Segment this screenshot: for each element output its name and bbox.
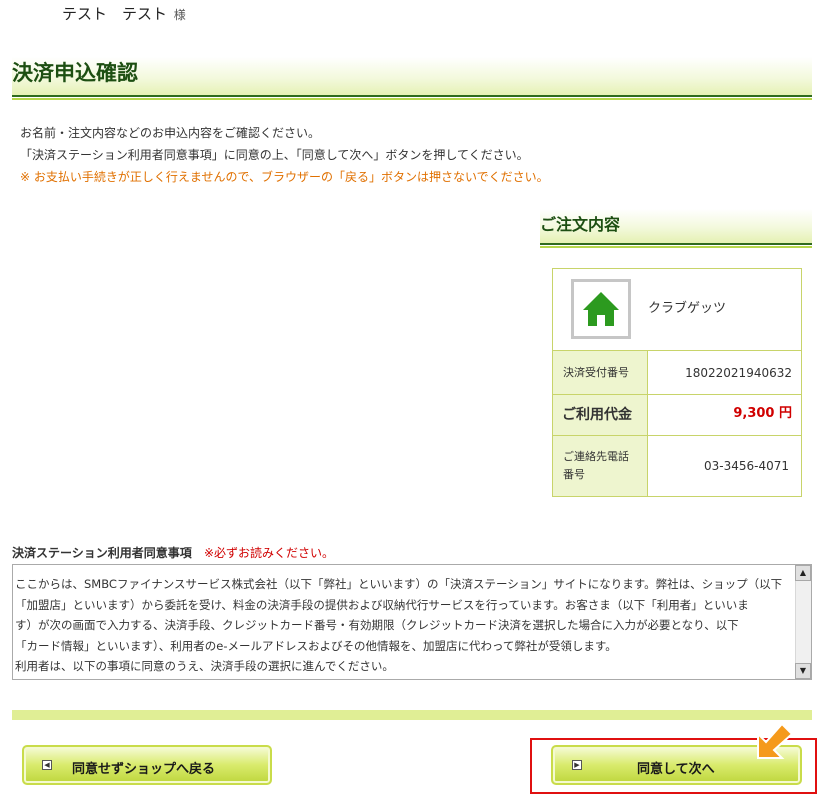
receipt-number: 18022021940632 <box>685 366 792 380</box>
scroll-up-button[interactable]: ▲ <box>795 565 811 581</box>
consent-heading-row: 決済ステーション利用者同意事項 ※必ずお読みください。 <box>12 545 334 561</box>
phone-label-cell: ご連絡先電話 番号 <box>553 436 648 496</box>
footer-divider <box>12 710 812 720</box>
required-note: ※必ずお読みください。 <box>203 546 335 560</box>
fee-label-cell: ご利用代金 <box>553 395 648 435</box>
intro-line-1: お名前・注文内容などのお申込内容をご確認ください。 <box>20 126 321 140</box>
fee-label: ご利用代金 <box>562 407 632 423</box>
scroll-down-button[interactable]: ▼ <box>795 663 811 679</box>
pointer-arrow-icon <box>757 722 794 759</box>
next-arrow-icon: ▶ <box>572 760 582 770</box>
back-arrow-icon: ◀ <box>42 760 52 770</box>
shop-logo <box>571 279 631 339</box>
terms-line: 「加盟店」といいます）から委託を受け、料金の決済手段の提供および収納代行サービス… <box>15 597 749 612</box>
order-section-divider-accent <box>540 246 812 248</box>
receipt-label-cell: 決済受付番号 <box>553 351 648 394</box>
title-divider <box>12 95 812 97</box>
honorific: 様 <box>173 8 186 22</box>
shop-name: クラブゲッツ <box>648 301 727 316</box>
phone-number: 03-3456-4071 <box>703 459 789 473</box>
back-button-label: 同意せずショップへ戻る <box>72 762 216 777</box>
phone-label-line-1: ご連絡先電話 <box>563 450 629 463</box>
order-section-title: ご注文内容 <box>540 215 621 234</box>
intro-text: お名前・注文内容などのお申込内容をご確認ください。 「決済ステーション利用者同意… <box>20 122 549 188</box>
terms-line: 「カード情報」といいます）、利用者のe-メールアドレスおよびその他情報を、加盟店… <box>15 638 617 653</box>
intro-warning: ※ お支払い手続きが正しく行えませんので、ブラウザーの「戻る」ボタンは押さないで… <box>20 170 549 184</box>
terms-line: ここからは、SMBCファイナンスサービス株式会社（以下「弊社」といいます）の「決… <box>15 577 783 591</box>
back-to-shop-button[interactable]: ◀ 同意せずショップへ戻る <box>22 745 272 785</box>
page-title: 決済申込確認 <box>12 61 138 85</box>
intro-line-2: 「決済ステーション利用者同意事項」に同意の上、「同意して次へ」ボタンを押してくだ… <box>20 148 529 162</box>
phone-label-line-2: 番号 <box>563 468 585 481</box>
user-greeting: テスト テスト 様 <box>62 3 186 24</box>
order-section-divider <box>540 243 812 245</box>
terms-line: 利用者は、以下の事項に同意のうえ、決済手段の選択に進んでください。 <box>15 659 394 673</box>
terms-scrollbar[interactable] <box>795 565 811 679</box>
title-divider-accent <box>12 98 812 100</box>
consent-heading: 決済ステーション利用者同意事項 <box>12 546 192 560</box>
home-icon <box>583 292 619 326</box>
terms-text: ここからは、SMBCファイナンスサービス株式会社（以下「弊社」といいます）の「決… <box>15 574 785 678</box>
fee-amount: 9,300 円 <box>733 406 792 421</box>
user-name: テスト テスト <box>62 5 168 23</box>
terms-line: す）が次の画面で入力する、決済手段、クレジットカード番号・有効期限（クレジットカ… <box>15 618 739 632</box>
next-button-label: 同意して次へ <box>637 762 715 777</box>
receipt-label: 決済受付番号 <box>563 366 629 379</box>
